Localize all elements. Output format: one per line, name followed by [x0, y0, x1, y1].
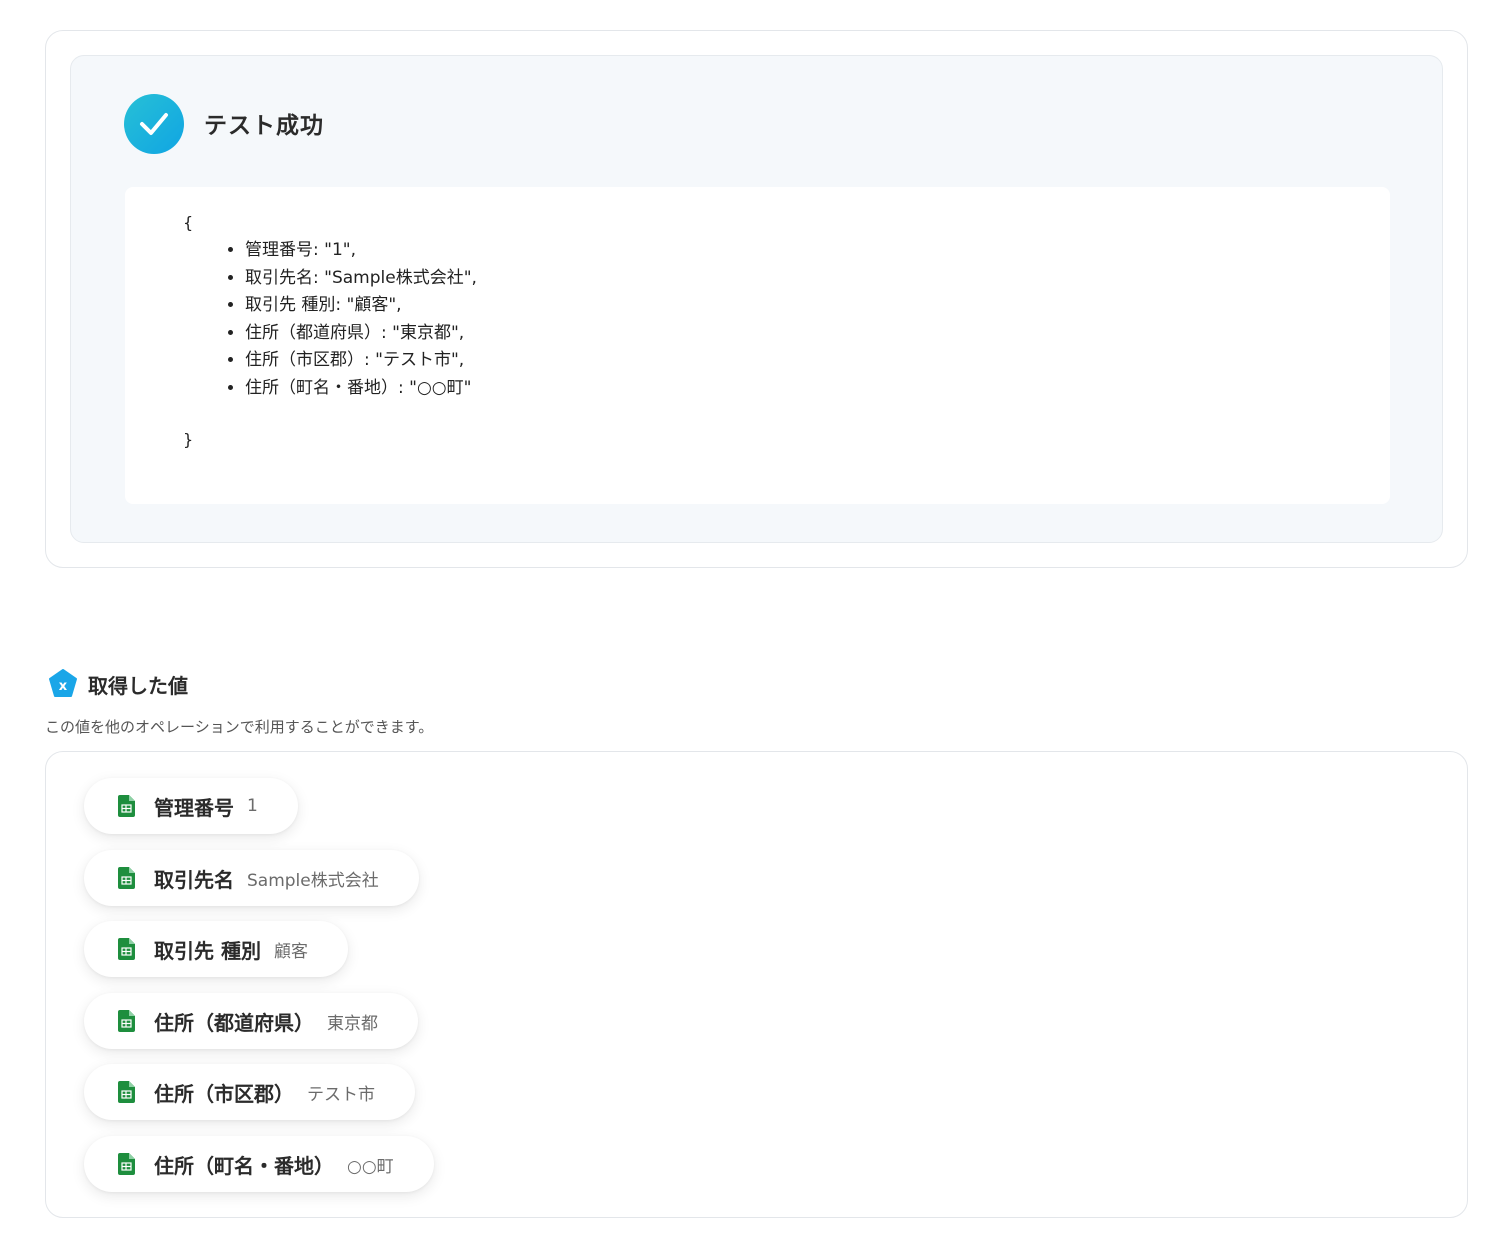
value-chip-label: 住所（市区郡） — [154, 1081, 294, 1106]
acquired-values-card: 管理番号 1 取引先名 Sample株式会社 取引先 種別 顧客 住所（都道府県… — [45, 751, 1468, 1218]
google-sheets-icon — [118, 1081, 135, 1103]
test-result-card: テスト成功 { 管理番号: "1", 取引先名: "Sample株式会社", 取… — [45, 30, 1468, 568]
json-field: 管理番号: "1", — [245, 237, 477, 265]
acquired-values-header: x 取得した値 — [47, 668, 188, 700]
google-sheets-icon — [118, 795, 135, 817]
json-close-brace: } — [183, 430, 194, 449]
value-chip-value: ○○町 — [347, 1156, 394, 1177]
acquired-values-title: 取得した値 — [88, 673, 188, 698]
value-chip-label: 住所（都道府県） — [154, 1010, 314, 1035]
json-field: 住所（町名・番地）: "○○町" — [245, 375, 477, 403]
value-chip[interactable]: 取引先 種別 顧客 — [84, 921, 348, 977]
value-chip-value: テスト市 — [307, 1084, 375, 1105]
value-chip[interactable]: 住所（都道府県） 東京都 — [84, 993, 418, 1049]
json-field: 取引先 種別: "顧客", — [245, 292, 477, 320]
value-chip[interactable]: 管理番号 1 — [84, 778, 298, 834]
value-chip-value: 1 — [247, 796, 258, 816]
test-success-title: テスト成功 — [204, 113, 324, 139]
json-field: 住所（都道府県）: "東京都", — [245, 320, 477, 348]
value-chip-value: 顧客 — [273, 941, 308, 962]
value-chip-label: 取引先名 — [154, 867, 234, 892]
value-chip[interactable]: 住所（町名・番地） ○○町 — [84, 1136, 434, 1192]
value-chip[interactable]: 住所（市区郡） テスト市 — [84, 1064, 415, 1120]
json-output: { 管理番号: "1", 取引先名: "Sample株式会社", 取引先 種別:… — [125, 187, 1390, 504]
value-chip-label: 管理番号 — [154, 795, 234, 820]
value-chip-label: 住所（町名・番地） — [154, 1153, 334, 1178]
check-icon — [124, 94, 184, 154]
value-chip-label: 取引先 種別 — [154, 938, 261, 963]
test-result-panel: テスト成功 { 管理番号: "1", 取引先名: "Sample株式会社", 取… — [70, 55, 1443, 543]
value-chip-value: 東京都 — [327, 1013, 378, 1034]
svg-text:x: x — [59, 679, 68, 694]
value-chip[interactable]: 取引先名 Sample株式会社 — [84, 850, 419, 906]
json-field: 取引先名: "Sample株式会社", — [245, 265, 477, 293]
variable-icon: x — [49, 669, 77, 697]
google-sheets-icon — [118, 1010, 135, 1032]
google-sheets-icon — [118, 938, 135, 960]
acquired-values-description: この値を他のオペレーションで利用することができます。 — [45, 718, 434, 736]
json-field: 住所（市区郡）: "テスト市", — [245, 347, 477, 375]
json-field-list: 管理番号: "1", 取引先名: "Sample株式会社", 取引先 種別: "… — [223, 237, 477, 403]
google-sheets-icon — [118, 867, 135, 889]
google-sheets-icon — [118, 1153, 135, 1175]
json-open-brace: { — [183, 213, 194, 232]
value-chip-value: Sample株式会社 — [247, 870, 379, 891]
